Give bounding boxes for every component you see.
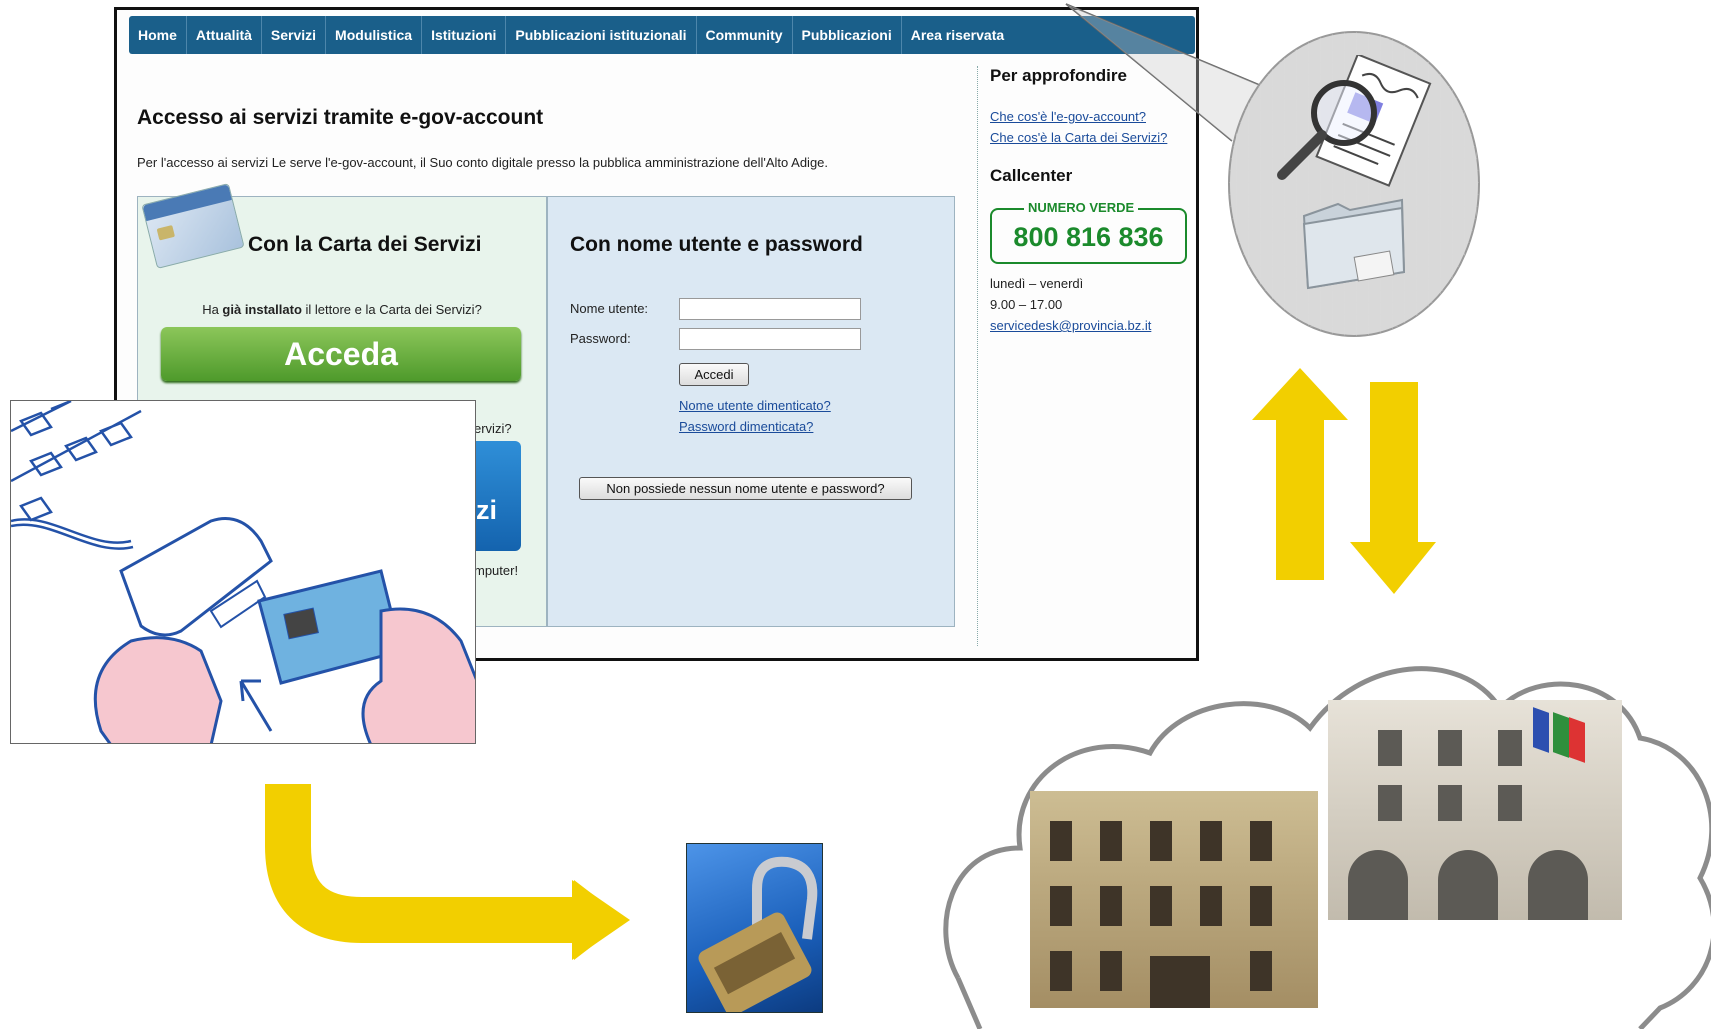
office-building-photo-2 bbox=[1328, 700, 1622, 920]
elbow-arrow bbox=[265, 784, 630, 960]
padlock-photo bbox=[686, 843, 823, 1013]
exchange-arrows bbox=[1252, 368, 1436, 594]
down-arrow bbox=[1350, 382, 1436, 594]
magnifier-document-icon bbox=[1277, 55, 1432, 187]
folder-icon bbox=[1302, 198, 1406, 290]
up-arrow bbox=[1252, 368, 1348, 580]
card-reader-illustration bbox=[10, 400, 476, 744]
office-building-photo-1 bbox=[1030, 791, 1318, 1008]
